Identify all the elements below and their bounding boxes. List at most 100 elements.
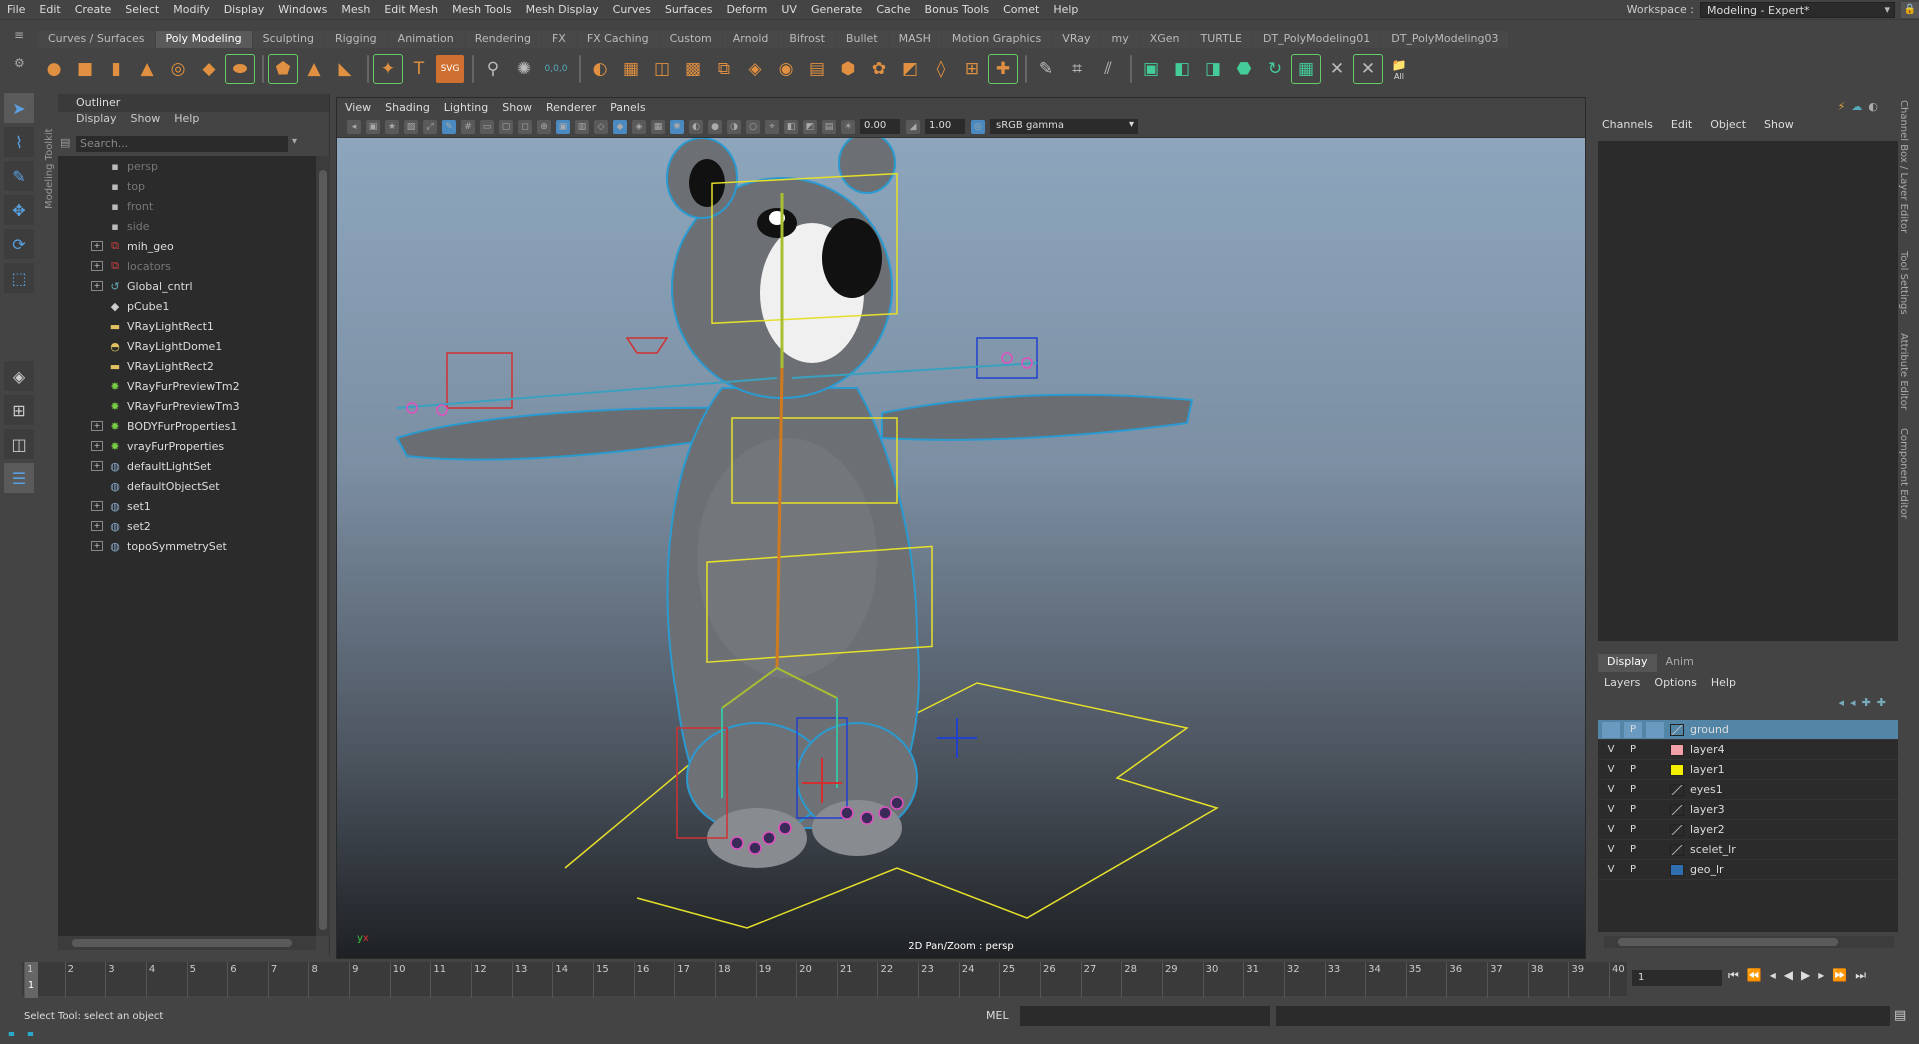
color-management-icon[interactable]: ◎ bbox=[971, 119, 985, 134]
menu-deform[interactable]: Deform bbox=[719, 3, 774, 16]
menu-edit-mesh[interactable]: Edit Mesh bbox=[377, 3, 445, 16]
new-layer-selected-icon[interactable]: ✚ bbox=[1877, 696, 1886, 709]
play-backward-icon[interactable]: ◀ bbox=[1784, 968, 1793, 983]
shelf-tab-fx-caching[interactable]: FX Caching bbox=[576, 31, 659, 48]
outliner-item[interactable]: + ✸ vrayFurProperties bbox=[58, 436, 316, 456]
outliner-menu-show[interactable]: Show bbox=[131, 112, 161, 130]
layer-type-toggle[interactable] bbox=[1646, 742, 1664, 758]
menu-mesh[interactable]: Mesh bbox=[334, 3, 377, 16]
gamma-icon[interactable]: ◢ bbox=[906, 119, 920, 134]
mel-label[interactable]: MEL bbox=[986, 1009, 1009, 1022]
multicut-icon[interactable]: ⌗ bbox=[1063, 55, 1091, 83]
outliner-item[interactable]: ◆ pCube1 bbox=[58, 296, 316, 316]
viewport-menu-renderer[interactable]: Renderer bbox=[546, 101, 596, 114]
layer-scrollbar[interactable] bbox=[1604, 936, 1894, 948]
shelf-tab-rendering[interactable]: Rendering bbox=[464, 31, 541, 48]
layer-color-swatch[interactable] bbox=[1670, 723, 1684, 736]
super-shape-icon[interactable]: ✦ bbox=[373, 54, 403, 84]
uv-auto-icon[interactable]: ↻ bbox=[1261, 55, 1289, 83]
viewport-menu-view[interactable]: View bbox=[345, 101, 371, 114]
step-forward-frame-icon[interactable]: ▸ bbox=[1818, 968, 1824, 983]
go-to-end-icon[interactable]: ⏭ bbox=[1855, 968, 1866, 983]
bevel-icon[interactable]: ✿ bbox=[865, 55, 893, 83]
outliner-vertical-scrollbar[interactable] bbox=[316, 156, 330, 936]
uv-planar-icon[interactable]: ◧ bbox=[1168, 55, 1196, 83]
paint-select-icon[interactable]: ✎ bbox=[4, 161, 34, 191]
shelf-tab-animation[interactable]: Animation bbox=[387, 31, 464, 48]
scale-tool-icon[interactable]: ⬚ bbox=[4, 263, 34, 293]
poly-cylinder-icon[interactable]: ▮ bbox=[102, 55, 130, 83]
expand-toggle-icon[interactable]: + bbox=[91, 421, 103, 431]
poly-sphere-icon[interactable]: ● bbox=[40, 55, 68, 83]
resolution-gate-icon[interactable]: ▢ bbox=[499, 119, 513, 134]
outliner-item[interactable]: ▬ VRayLightRect1 bbox=[58, 316, 316, 336]
collapse-icon[interactable]: ◊ bbox=[927, 55, 955, 83]
grid-icon[interactable]: ⊞ bbox=[958, 55, 986, 83]
menu-comet[interactable]: Comet bbox=[996, 3, 1046, 16]
viewport-menu-lighting[interactable]: Lighting bbox=[444, 101, 488, 114]
menu-mesh-tools[interactable]: Mesh Tools bbox=[445, 3, 519, 16]
extract-icon[interactable]: ◈ bbox=[741, 55, 769, 83]
layer-row[interactable]: V Player1 bbox=[1598, 760, 1898, 780]
layer-playback-toggle[interactable]: P bbox=[1624, 802, 1642, 818]
menu-modify[interactable]: Modify bbox=[166, 3, 216, 16]
shelf-tab-my[interactable]: my bbox=[1101, 31, 1139, 48]
expand-toggle-icon[interactable]: + bbox=[91, 541, 103, 551]
boolean-icon[interactable]: ▩ bbox=[679, 55, 707, 83]
layer-row[interactable]: V Player2 bbox=[1598, 820, 1898, 840]
layer-type-toggle[interactable] bbox=[1646, 721, 1664, 738]
menu-generate[interactable]: Generate bbox=[804, 3, 869, 16]
measure-icon[interactable]: ⚲ bbox=[479, 55, 507, 83]
menu-windows[interactable]: Windows bbox=[271, 3, 334, 16]
outliner-menu-help[interactable]: Help bbox=[174, 112, 199, 130]
layer-visibility-toggle[interactable] bbox=[1602, 721, 1620, 738]
gamma-field[interactable]: 1.00 bbox=[925, 119, 965, 134]
uv-editor-icon[interactable]: ▣ bbox=[1137, 55, 1165, 83]
svg-icon[interactable]: SVG bbox=[436, 55, 464, 83]
outliner-item[interactable]: + ◍ defaultLightSet bbox=[58, 456, 316, 476]
outliner-item[interactable]: + ◍ set1 bbox=[58, 496, 316, 516]
folder-all-icon[interactable]: 📁 All bbox=[1385, 55, 1413, 83]
layer-playback-toggle[interactable]: P bbox=[1624, 721, 1642, 738]
layer-visibility-toggle[interactable]: V bbox=[1602, 782, 1620, 798]
layer-visibility-toggle[interactable]: V bbox=[1602, 822, 1620, 838]
outliner-item[interactable]: + ↺ Global_cntrl bbox=[58, 276, 316, 296]
viewport-menu-panels[interactable]: Panels bbox=[610, 101, 645, 114]
prism-icon[interactable]: ◣ bbox=[331, 55, 359, 83]
layer-type-toggle[interactable] bbox=[1646, 782, 1664, 798]
menu-mesh-display[interactable]: Mesh Display bbox=[519, 3, 606, 16]
poly-disc-icon[interactable]: ⬬ bbox=[225, 54, 255, 84]
outliner-item[interactable]: + ◍ set2 bbox=[58, 516, 316, 536]
modeling-toolkit-tab[interactable]: Modeling Toolkit bbox=[44, 89, 58, 209]
coord-label[interactable]: 0,0,0 bbox=[541, 55, 571, 83]
viewport-menu-show[interactable]: Show bbox=[502, 101, 532, 114]
outliner-item[interactable]: + ⧉ locators bbox=[58, 256, 316, 276]
go-to-start-icon[interactable]: ⏮ bbox=[1728, 968, 1739, 983]
expand-toggle-icon[interactable]: + bbox=[91, 241, 103, 251]
layer-visibility-toggle[interactable]: V bbox=[1602, 862, 1620, 878]
cloud-icon[interactable]: ☁ bbox=[1851, 100, 1862, 113]
3d-scene[interactable]: yx 2D Pan/Zoom : persp bbox=[337, 138, 1585, 958]
outliner-view-icon[interactable]: ☰ bbox=[4, 463, 34, 493]
time-ruler[interactable]: 1 1 2 3 4 5 6 7 8 9 10 11 12 13 14 15 16 17 18 19 20 21 22 23 2… bbox=[22, 962, 1627, 998]
select-tool-icon[interactable]: ➤ bbox=[4, 93, 34, 123]
side-tab-tool-settings[interactable]: Tool Settings bbox=[1898, 251, 1909, 315]
shadows-icon[interactable]: ◐ bbox=[689, 119, 703, 134]
outliner-filter-icon[interactable]: ▤ bbox=[60, 136, 74, 152]
xray-icon[interactable]: ◧ bbox=[784, 119, 798, 134]
poly-torus-icon[interactable]: ◎ bbox=[164, 55, 192, 83]
layer-row[interactable]: V Pscelet_lr bbox=[1598, 840, 1898, 860]
mirror-icon[interactable]: ⧉ bbox=[710, 55, 738, 83]
help-icon[interactable]: ◐ bbox=[1868, 100, 1878, 113]
exposure-field[interactable]: 0.00 bbox=[860, 119, 900, 134]
channel-box-area[interactable] bbox=[1598, 141, 1898, 641]
outliner-item[interactable]: ✸ VRayFurPreviewTm2 bbox=[58, 376, 316, 396]
ambient-occlusion-icon[interactable]: ● bbox=[708, 119, 722, 134]
move-layer-up-icon[interactable]: ◂ bbox=[1839, 696, 1845, 709]
layer-row[interactable]: V Player3 bbox=[1598, 800, 1898, 820]
motion-blur-icon[interactable]: ◑ bbox=[727, 119, 741, 134]
layer-row[interactable]: Pground bbox=[1598, 720, 1898, 740]
poly-cube-icon[interactable]: ■ bbox=[71, 55, 99, 83]
layer-tab-display[interactable]: Display bbox=[1598, 654, 1657, 672]
menu-display[interactable]: Display bbox=[217, 3, 272, 16]
